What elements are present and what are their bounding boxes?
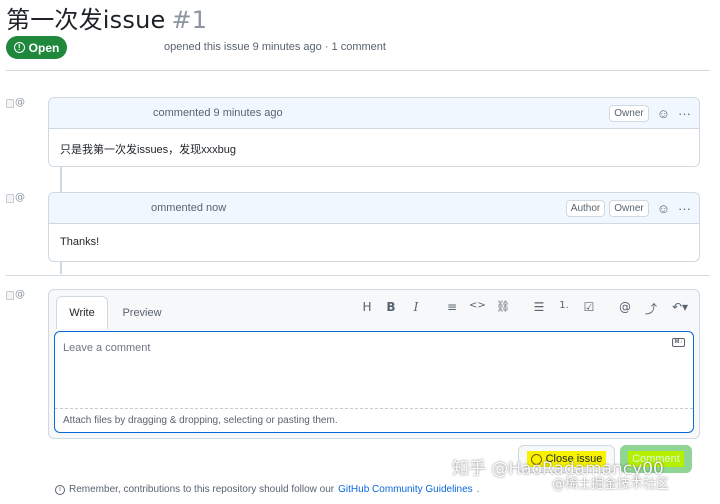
quote-icon[interactable]: ≡ (444, 300, 460, 314)
issue-open-icon: ! (13, 42, 25, 53)
comment-body: 只是我第一次发issues，发现xxxbug (60, 144, 237, 156)
comment-timestamp[interactable]: ommented now (151, 202, 226, 214)
smiley-icon[interactable]: ☺ (657, 201, 670, 216)
cross-reference-icon[interactable]: ⤴ (643, 300, 659, 317)
footer-text: Remember, contributions to this reposito… (69, 484, 335, 495)
issue-number: #1 (171, 6, 208, 34)
attach-files-text: Attach files by dragging & dropping, sel… (63, 415, 338, 426)
numbered-list-icon[interactable]: 1. (556, 300, 572, 311)
footer-period: . (476, 484, 480, 495)
heading-icon[interactable]: H (359, 300, 375, 314)
comment-timestamp[interactable]: commented 9 minutes ago (153, 107, 283, 119)
markdown-icon[interactable]: M↓ (672, 338, 685, 347)
avatar: @ (6, 289, 32, 309)
info-icon: i (55, 484, 65, 495)
comment-card: ommented now Author Owner ☺ ··· Thanks! (48, 192, 700, 262)
broken-image-icon (6, 99, 14, 108)
attach-files-bar[interactable]: Attach files by dragging & dropping, sel… (55, 408, 693, 432)
bulleted-list-icon[interactable]: ☰ (531, 300, 547, 314)
comment-placeholder: Leave a comment (63, 342, 151, 354)
comment-card: commented 9 minutes ago Owner ☺ ··· 只是我第… (48, 97, 700, 167)
avatar[interactable]: @ (6, 97, 32, 117)
broken-image-icon (6, 291, 14, 300)
saved-replies-icon[interactable]: ↶▾ (669, 300, 691, 314)
avatar[interactable]: @ (6, 192, 32, 212)
timeline-connector (60, 167, 62, 193)
bold-icon[interactable]: B (383, 300, 399, 314)
comment-header: ommented now Author Owner ☺ ··· (49, 193, 699, 224)
status-badge: ! Open (6, 36, 67, 59)
smiley-icon[interactable]: ☺ (657, 106, 670, 121)
tab-preview[interactable]: Preview (113, 296, 171, 329)
editor-tabbar: Write Preview H B I ≡ <> ⛓ ☰ 1. ☑ @ ⤴ ↶▾ (49, 290, 699, 329)
comment-textarea[interactable]: Leave a comment M↓ Attach files by dragg… (54, 331, 694, 433)
issue-title-text: 第一次发issue (6, 6, 166, 34)
header-divider (6, 70, 710, 71)
tab-write[interactable]: Write (56, 296, 108, 329)
issue-title: 第一次发issue #1 (6, 0, 207, 35)
link-icon[interactable]: ⛓ (495, 300, 511, 313)
comment-header: commented 9 minutes ago Owner ☺ ··· (49, 98, 699, 129)
italic-icon[interactable]: I (408, 300, 424, 314)
owner-badge: Owner (609, 104, 649, 122)
broken-image-icon (6, 194, 14, 203)
watermark-juejin: @稀土掘金技术社区 (552, 477, 670, 492)
mention-icon[interactable]: @ (617, 300, 633, 314)
comment-body: Thanks! (60, 236, 100, 248)
code-icon[interactable]: <> (469, 300, 486, 311)
owner-badge: Owner (609, 199, 649, 217)
status-badge-label: Open (28, 40, 60, 55)
timeline-connector (60, 262, 62, 274)
author-badge: Author (565, 199, 606, 217)
timeline-divider (6, 275, 710, 276)
issue-meta: opened this issue 9 minutes ago · 1 comm… (164, 41, 386, 53)
comment-author[interactable] (59, 203, 151, 213)
comment-author[interactable] (59, 108, 147, 118)
kebab-menu-icon[interactable]: ··· (678, 201, 691, 216)
kebab-menu-icon[interactable]: ··· (678, 106, 691, 121)
footer-note: i Remember, contributions to this reposi… (55, 484, 479, 495)
community-guidelines-link[interactable]: GitHub Community Guidelines (338, 484, 473, 495)
task-list-icon[interactable]: ☑ (581, 300, 597, 314)
